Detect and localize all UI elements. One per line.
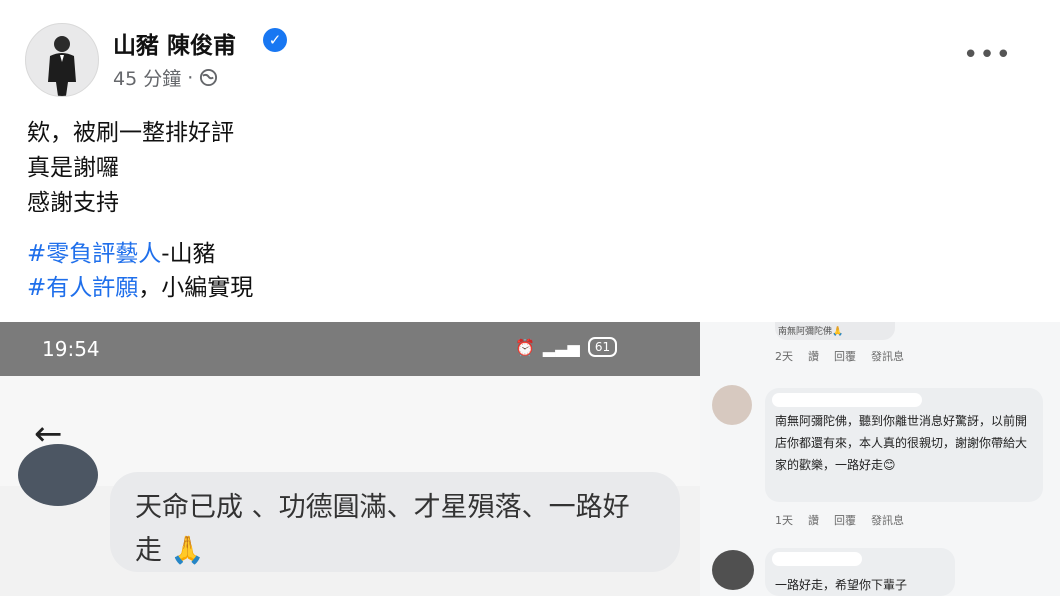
person-icon <box>48 36 76 96</box>
reply-link[interactable]: 回覆 <box>834 512 856 528</box>
author-avatar[interactable] <box>25 23 99 97</box>
meta-separator: · <box>187 66 194 89</box>
comment-text-partial: 南無阿彌陀佛🙏 <box>778 327 844 337</box>
status-bar: 19:54 ⏰ ▂▃▅ 61 <box>0 322 700 376</box>
more-options-icon[interactable]: ••• <box>963 40 1012 70</box>
message-link[interactable]: 發訊息 <box>871 512 904 528</box>
status-time: 19:54 <box>42 337 100 361</box>
phone-screenshot: 19:54 ⏰ ▂▃▅ 61 ← 天命已成 、功德圓滿、才星殞落、一路好走 🙏 <box>0 322 700 596</box>
comment-text: 一路好走，希望你下輩子 <box>775 578 908 592</box>
facebook-post: 山豬 陳俊甫 ✓ 45 分鐘 · ••• 欸，被刷一整排好評 真是謝囉 感謝支持… <box>0 0 1060 322</box>
alarm-icon: ⏰ <box>515 337 535 357</box>
commenter-avatar[interactable] <box>712 385 752 425</box>
post-meta: 45 分鐘 · <box>113 64 218 91</box>
like-link[interactable]: 讚 <box>808 512 819 528</box>
status-icons: ⏰ ▂▃▅ 61 <box>515 337 618 357</box>
comment-time: 1天 <box>775 514 793 527</box>
post-line-2: 真是謝囉 <box>27 155 119 181</box>
commenter-name-redacted <box>772 552 862 566</box>
comment-time: 2天 <box>775 350 793 363</box>
hashtag-suffix: ，小編實現 <box>138 275 254 301</box>
app-header: ← <box>0 376 700 486</box>
hashtag-line-1: #零負評藝人-山豬 <box>27 234 216 268</box>
like-link[interactable]: 讚 <box>808 348 819 364</box>
post-time[interactable]: 45 分鐘 <box>113 64 181 91</box>
message-link[interactable]: 發訊息 <box>871 348 904 364</box>
commenter-name-redacted <box>772 393 922 407</box>
hashtag-link[interactable]: #零負評藝人 <box>27 241 161 267</box>
hashtag-line-2: #有人許願，小編實現 <box>27 268 253 302</box>
post-line-1: 欸，被刷一整排好評 <box>27 120 234 146</box>
post-line-3: 感謝支持 <box>27 190 119 216</box>
comment-actions: 2天 讚 回覆 發訊息 <box>775 348 904 364</box>
hashtag-suffix: -山豬 <box>161 241 216 267</box>
comment-text: 天命已成 、功德圓滿、才星殞落、一路好走 🙏 <box>135 492 630 566</box>
globe-icon <box>200 68 218 87</box>
reply-link[interactable]: 回覆 <box>834 348 856 364</box>
verified-badge-icon: ✓ <box>263 28 287 52</box>
battery-icon: 61 <box>587 337 618 357</box>
comment-actions: 1天 讚 回覆 發訊息 <box>775 512 904 528</box>
signal-icon: ▂▃▅ <box>542 337 580 357</box>
hashtag-link[interactable]: #有人許願 <box>27 275 138 301</box>
commenter-avatar[interactable] <box>18 444 98 506</box>
commenter-avatar[interactable] <box>712 550 754 590</box>
comment-text: 南無阿彌陀佛，聽到你離世消息好驚訝，以前開店你都還有來，本人真的很親切，謝謝你帶… <box>775 414 1028 472</box>
author-name[interactable]: 山豬 陳俊甫 <box>113 26 236 60</box>
